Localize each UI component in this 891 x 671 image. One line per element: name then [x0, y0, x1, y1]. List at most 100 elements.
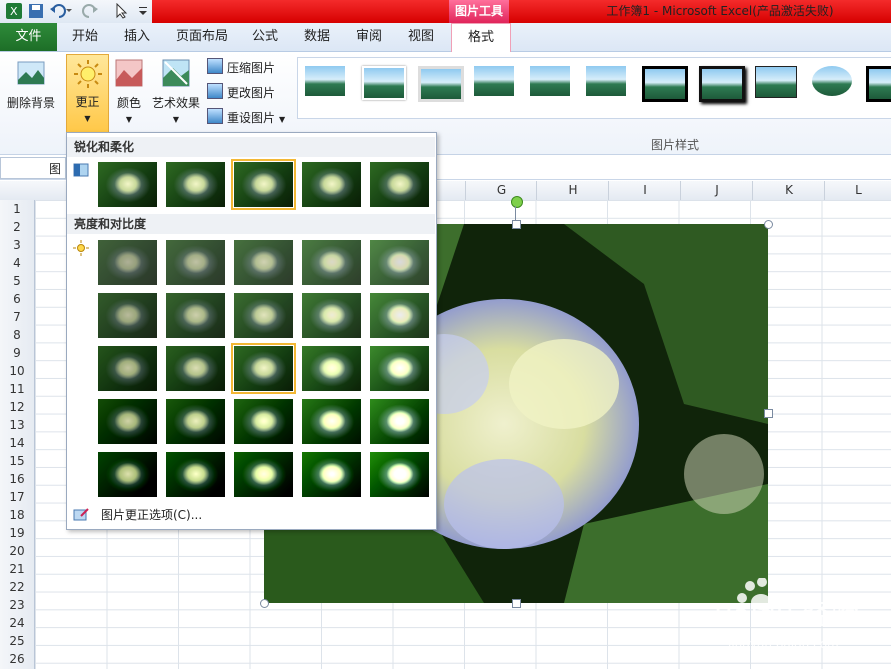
row-header[interactable]: 4 — [0, 254, 34, 272]
resize-handle[interactable] — [764, 220, 773, 229]
picture-style-2[interactable] — [362, 66, 406, 100]
row-header[interactable]: 14 — [0, 434, 34, 452]
row-header[interactable]: 25 — [0, 632, 34, 650]
tab-format[interactable]: 格式 — [451, 23, 511, 53]
brightness-thumb[interactable] — [98, 293, 157, 338]
row-header[interactable]: 1 — [0, 200, 34, 218]
artistic-effects-button[interactable]: 艺术效果 ▼ — [150, 58, 202, 124]
row-header[interactable]: 13 — [0, 416, 34, 434]
column-header-l[interactable]: L — [824, 181, 891, 200]
resize-handle[interactable] — [512, 599, 521, 608]
picture-style-6[interactable] — [586, 66, 626, 96]
change-picture-button[interactable]: 更改图片 — [207, 83, 275, 103]
brightness-thumb[interactable] — [166, 399, 225, 444]
brightness-thumb[interactable] — [98, 346, 157, 391]
picture-style-9[interactable] — [755, 66, 797, 98]
row-header[interactable]: 11 — [0, 380, 34, 398]
tab-data[interactable]: 数据 — [295, 23, 339, 51]
tab-home[interactable]: 开始 — [62, 23, 108, 51]
row-header[interactable]: 6 — [0, 290, 34, 308]
excel-logo-icon[interactable]: X — [6, 3, 22, 19]
brightness-thumb-selected[interactable] — [231, 343, 296, 394]
tab-formulas[interactable]: 公式 — [243, 23, 287, 51]
brightness-thumb[interactable] — [166, 293, 225, 338]
resize-handle[interactable] — [260, 599, 269, 608]
row-header[interactable]: 2 — [0, 218, 34, 236]
brightness-thumb[interactable] — [234, 240, 293, 285]
sharpen-thumb[interactable] — [302, 162, 361, 207]
picture-style-3[interactable] — [418, 66, 464, 102]
tab-page-layout[interactable]: 页面布局 — [170, 23, 234, 51]
brightness-thumb[interactable] — [370, 346, 429, 391]
sharpen-thumb[interactable] — [98, 162, 157, 207]
row-header[interactable]: 17 — [0, 488, 34, 506]
sharpen-thumb[interactable] — [166, 162, 225, 207]
picture-style-1[interactable] — [305, 66, 345, 96]
brightness-thumb[interactable] — [98, 240, 157, 285]
row-header[interactable]: 9 — [0, 344, 34, 362]
row-header[interactable]: 22 — [0, 578, 34, 596]
brightness-thumb[interactable] — [302, 399, 361, 444]
brightness-thumb[interactable] — [370, 293, 429, 338]
column-header-i[interactable]: I — [608, 181, 681, 200]
brightness-thumb[interactable] — [234, 452, 293, 497]
undo-icon[interactable] — [50, 3, 72, 19]
tab-view[interactable]: 视图 — [399, 23, 443, 51]
row-header[interactable]: 8 — [0, 326, 34, 344]
row-header[interactable]: 23 — [0, 596, 34, 614]
select-pointer-icon[interactable] — [114, 2, 130, 19]
compress-pictures-button[interactable]: 压缩图片 — [207, 58, 275, 78]
row-header[interactable]: 7 — [0, 308, 34, 326]
resize-handle[interactable] — [764, 409, 773, 418]
row-header[interactable]: 20 — [0, 542, 34, 560]
column-header-h[interactable]: H — [536, 181, 609, 200]
resize-handle[interactable] — [512, 220, 521, 229]
brightness-thumb[interactable] — [166, 240, 225, 285]
brightness-thumb[interactable] — [370, 399, 429, 444]
row-header[interactable]: 15 — [0, 452, 34, 470]
save-icon[interactable] — [28, 3, 44, 19]
color-button[interactable]: 颜色 ▼ — [112, 58, 146, 124]
brightness-thumb[interactable] — [370, 452, 429, 497]
brightness-thumb[interactable] — [234, 293, 293, 338]
rotate-handle[interactable] — [511, 196, 523, 208]
corrections-button[interactable]: 更正 ▼ — [66, 54, 109, 133]
brightness-thumb[interactable] — [302, 346, 361, 391]
remove-background-button[interactable]: 删除背景 — [4, 58, 58, 111]
row-header[interactable]: 12 — [0, 398, 34, 416]
brightness-thumb[interactable] — [166, 452, 225, 497]
customize-toolbar-icon[interactable] — [138, 3, 148, 19]
column-header-k[interactable]: K — [752, 181, 825, 200]
row-header[interactable]: 21 — [0, 560, 34, 578]
row-header[interactable]: 24 — [0, 614, 34, 632]
tab-file[interactable]: 文件 — [0, 23, 57, 51]
redo-icon[interactable] — [82, 3, 104, 19]
picture-style-7[interactable] — [642, 66, 688, 102]
row-header[interactable]: 19 — [0, 524, 34, 542]
brightness-thumb[interactable] — [98, 452, 157, 497]
row-header[interactable]: 3 — [0, 236, 34, 254]
row-header[interactable]: 26 — [0, 650, 34, 668]
name-box[interactable]: 图 — [0, 157, 66, 179]
sharpen-thumb-selected[interactable] — [231, 159, 296, 210]
brightness-thumb[interactable] — [302, 293, 361, 338]
picture-corrections-options-link[interactable]: 图片更正选项(C)... — [101, 506, 202, 524]
tab-review[interactable]: 审阅 — [347, 23, 391, 51]
brightness-thumb[interactable] — [234, 399, 293, 444]
tab-insert[interactable]: 插入 — [115, 23, 159, 51]
picture-style-11[interactable] — [866, 66, 891, 102]
column-header-g[interactable]: G — [465, 181, 537, 200]
picture-style-4[interactable] — [474, 66, 514, 96]
picture-style-10[interactable] — [812, 66, 852, 96]
picture-style-5[interactable] — [530, 66, 570, 96]
brightness-thumb[interactable] — [302, 240, 361, 285]
row-header[interactable]: 10 — [0, 362, 34, 380]
sharpen-thumb[interactable] — [370, 162, 429, 207]
picture-style-8[interactable] — [699, 66, 745, 102]
row-header[interactable]: 18 — [0, 506, 34, 524]
brightness-thumb[interactable] — [166, 346, 225, 391]
column-header-j[interactable]: J — [680, 181, 753, 200]
reset-picture-button[interactable]: 重设图片 ▼ — [207, 108, 285, 128]
brightness-thumb[interactable] — [98, 399, 157, 444]
brightness-thumb[interactable] — [302, 452, 361, 497]
